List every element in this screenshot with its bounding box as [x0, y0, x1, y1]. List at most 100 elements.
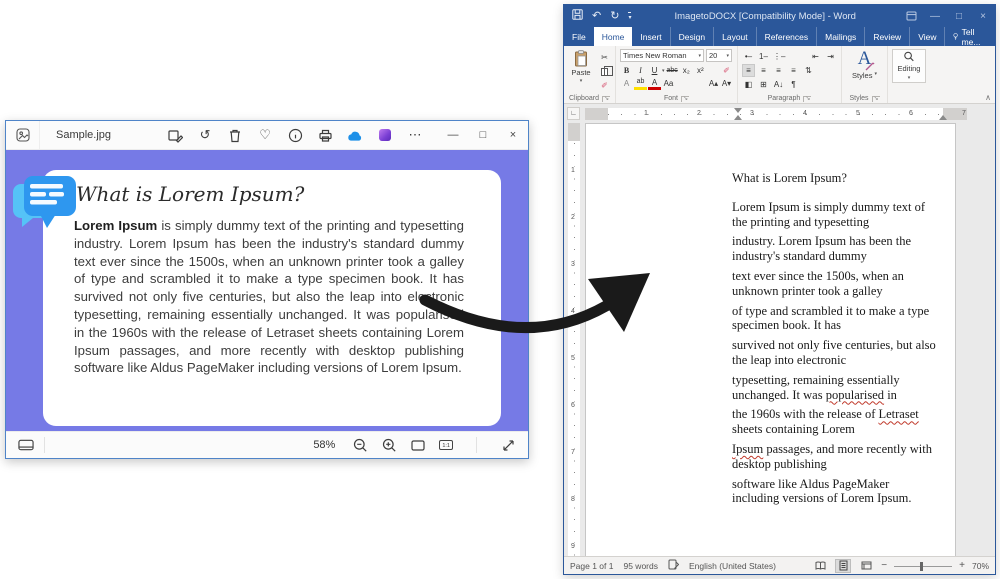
clear-formatting-button[interactable]: ✐ [720, 64, 733, 77]
tab-home[interactable]: Home [594, 27, 633, 46]
language-indicator[interactable]: English (United States) [689, 561, 776, 571]
chevron-down-icon[interactable]: ▾ [662, 68, 665, 74]
tab-mailings[interactable]: Mailings [816, 27, 864, 46]
borders-button[interactable]: ⊞ [757, 78, 770, 91]
info-button[interactable] [287, 127, 303, 143]
copy-button[interactable] [598, 65, 611, 78]
paste-button[interactable]: Paste ▾ [568, 49, 594, 92]
close-button[interactable]: × [498, 121, 528, 149]
save-icon[interactable] [572, 9, 583, 23]
tab-insert[interactable]: Insert [632, 27, 669, 46]
minimize-button[interactable]: — [923, 5, 947, 27]
right-indent-marker[interactable] [939, 115, 947, 120]
zoom-in-button[interactable]: + [959, 560, 965, 571]
fit-to-window-button[interactable] [410, 437, 426, 453]
font-color-button[interactable]: A [648, 77, 661, 90]
dialog-launcher-icon[interactable]: ↘ [602, 96, 610, 102]
doc-paragraph[interactable]: What is Lorem Ipsum? [732, 171, 938, 186]
maximize-button[interactable]: □ [468, 121, 498, 149]
tab-file[interactable]: File [564, 27, 594, 46]
hanging-indent-marker[interactable] [734, 115, 742, 120]
first-line-indent-marker[interactable] [734, 108, 742, 113]
zoom-in-button[interactable] [381, 437, 397, 453]
collapse-ribbon-button[interactable]: ∧ [985, 93, 991, 102]
doc-paragraph[interactable]: Ipsum passages, and more recently with d… [732, 442, 938, 472]
favorite-heart-icon[interactable]: ♡ [257, 127, 273, 143]
decrease-indent-button[interactable]: ⇤ [809, 50, 822, 63]
zoom-out-button[interactable]: − [881, 560, 887, 571]
maximize-button[interactable]: □ [947, 5, 971, 27]
strikethrough-button[interactable]: abc [666, 64, 679, 77]
doc-paragraph[interactable]: of type and scrambled it to make a type … [732, 304, 938, 334]
justify-button[interactable]: ≡ [787, 64, 800, 77]
doc-paragraph[interactable]: the 1960s with the release of Letraset s… [732, 407, 938, 437]
zoom-out-button[interactable] [352, 437, 368, 453]
doc-paragraph[interactable]: typesetting, remaining essentially uncha… [732, 373, 938, 403]
show-formatting-button[interactable]: ¶ [787, 78, 800, 91]
dialog-launcher-icon[interactable]: ↘ [681, 96, 689, 102]
tab-layout[interactable]: Layout [713, 27, 756, 46]
align-left-button[interactable]: ≡ [742, 64, 755, 77]
doc-paragraph[interactable]: survived not only five centuries, but al… [732, 338, 938, 368]
doc-paragraph[interactable]: software like Aldus PageMaker including … [732, 477, 938, 507]
cut-button[interactable]: ✂ [598, 51, 611, 64]
grow-font-button[interactable]: A▴ [707, 77, 720, 90]
italic-button[interactable]: I [634, 64, 647, 77]
font-size-select[interactable]: 20▾ [706, 49, 732, 62]
slider-thumb[interactable] [920, 562, 923, 571]
close-button[interactable]: × [971, 5, 995, 27]
tab-review[interactable]: Review [864, 27, 909, 46]
line-spacing-button[interactable]: ⇅ [802, 64, 815, 77]
subscript-button[interactable]: x₂ [680, 64, 693, 77]
edit-image-button[interactable] [167, 127, 183, 143]
bullets-button[interactable]: •– [742, 50, 755, 63]
onedrive-cloud-icon[interactable] [347, 127, 363, 143]
dialog-launcher-icon[interactable]: ↘ [803, 96, 811, 102]
text-effects-button[interactable]: A [620, 77, 633, 90]
more-options-button[interactable]: ⋯ [407, 127, 423, 143]
align-right-button[interactable]: ≡ [772, 64, 785, 77]
multilevel-list-button[interactable]: ⋮– [772, 50, 786, 63]
shrink-font-button[interactable]: A▾ [720, 77, 733, 90]
bold-button[interactable]: B [620, 64, 633, 77]
sort-button[interactable]: A↓ [772, 78, 785, 91]
rotate-icon[interactable]: ↺ [197, 127, 213, 143]
print-button[interactable] [317, 127, 333, 143]
share-button[interactable]: Share [991, 27, 1000, 46]
tab-references[interactable]: References [756, 27, 816, 46]
tab-view[interactable]: View [909, 27, 944, 46]
filmstrip-toggle-button[interactable] [18, 437, 34, 453]
tab-design[interactable]: Design [670, 27, 713, 46]
actual-size-button[interactable]: 1:1 [439, 440, 453, 450]
dialog-launcher-icon[interactable]: ↘ [872, 96, 880, 102]
zoom-level[interactable]: 70% [972, 561, 989, 571]
page-indicator[interactable]: Page 1 of 1 [570, 561, 613, 571]
redo-icon[interactable]: ↻ [610, 11, 619, 22]
change-case-button[interactable]: Aa [662, 77, 675, 90]
proofing-status-icon[interactable] [668, 559, 679, 572]
zoom-slider[interactable] [894, 559, 952, 573]
tab-selector[interactable]: ∟ [567, 107, 580, 120]
designer-button[interactable] [377, 127, 393, 143]
delete-button[interactable] [227, 127, 243, 143]
highlight-color-button[interactable]: ab [634, 77, 647, 90]
superscript-button[interactable]: x² [694, 64, 707, 77]
numbering-button[interactable]: 1– [757, 50, 770, 63]
doc-paragraph[interactable]: Lorem Ipsum is simply dummy text of the … [732, 200, 938, 230]
read-mode-button[interactable] [812, 559, 828, 573]
doc-paragraph[interactable]: industry. Lorem Ipsum has been the indus… [732, 234, 938, 264]
horizontal-ruler[interactable]: 1234567 [585, 108, 967, 120]
styles-gallery-button[interactable]: A [846, 49, 883, 71]
shading-button[interactable]: ◧ [742, 78, 755, 91]
minimize-button[interactable]: — [438, 121, 468, 149]
increase-indent-button[interactable]: ⇥ [824, 50, 837, 63]
format-painter-button[interactable]: ✐ [598, 79, 611, 92]
doc-paragraph[interactable]: text ever since the 1500s, when an unkno… [732, 269, 938, 299]
print-layout-button[interactable] [835, 559, 851, 573]
document-text[interactable]: What is Lorem Ipsum? Lorem Ipsum is simpl… [732, 171, 938, 511]
undo-icon[interactable]: ↶ [592, 11, 601, 22]
editing-button[interactable]: Editing ▾ [892, 49, 926, 83]
word-count[interactable]: 95 words [623, 561, 658, 571]
font-name-select[interactable]: Times New Roman▾ [620, 49, 704, 62]
web-layout-button[interactable] [858, 559, 874, 573]
